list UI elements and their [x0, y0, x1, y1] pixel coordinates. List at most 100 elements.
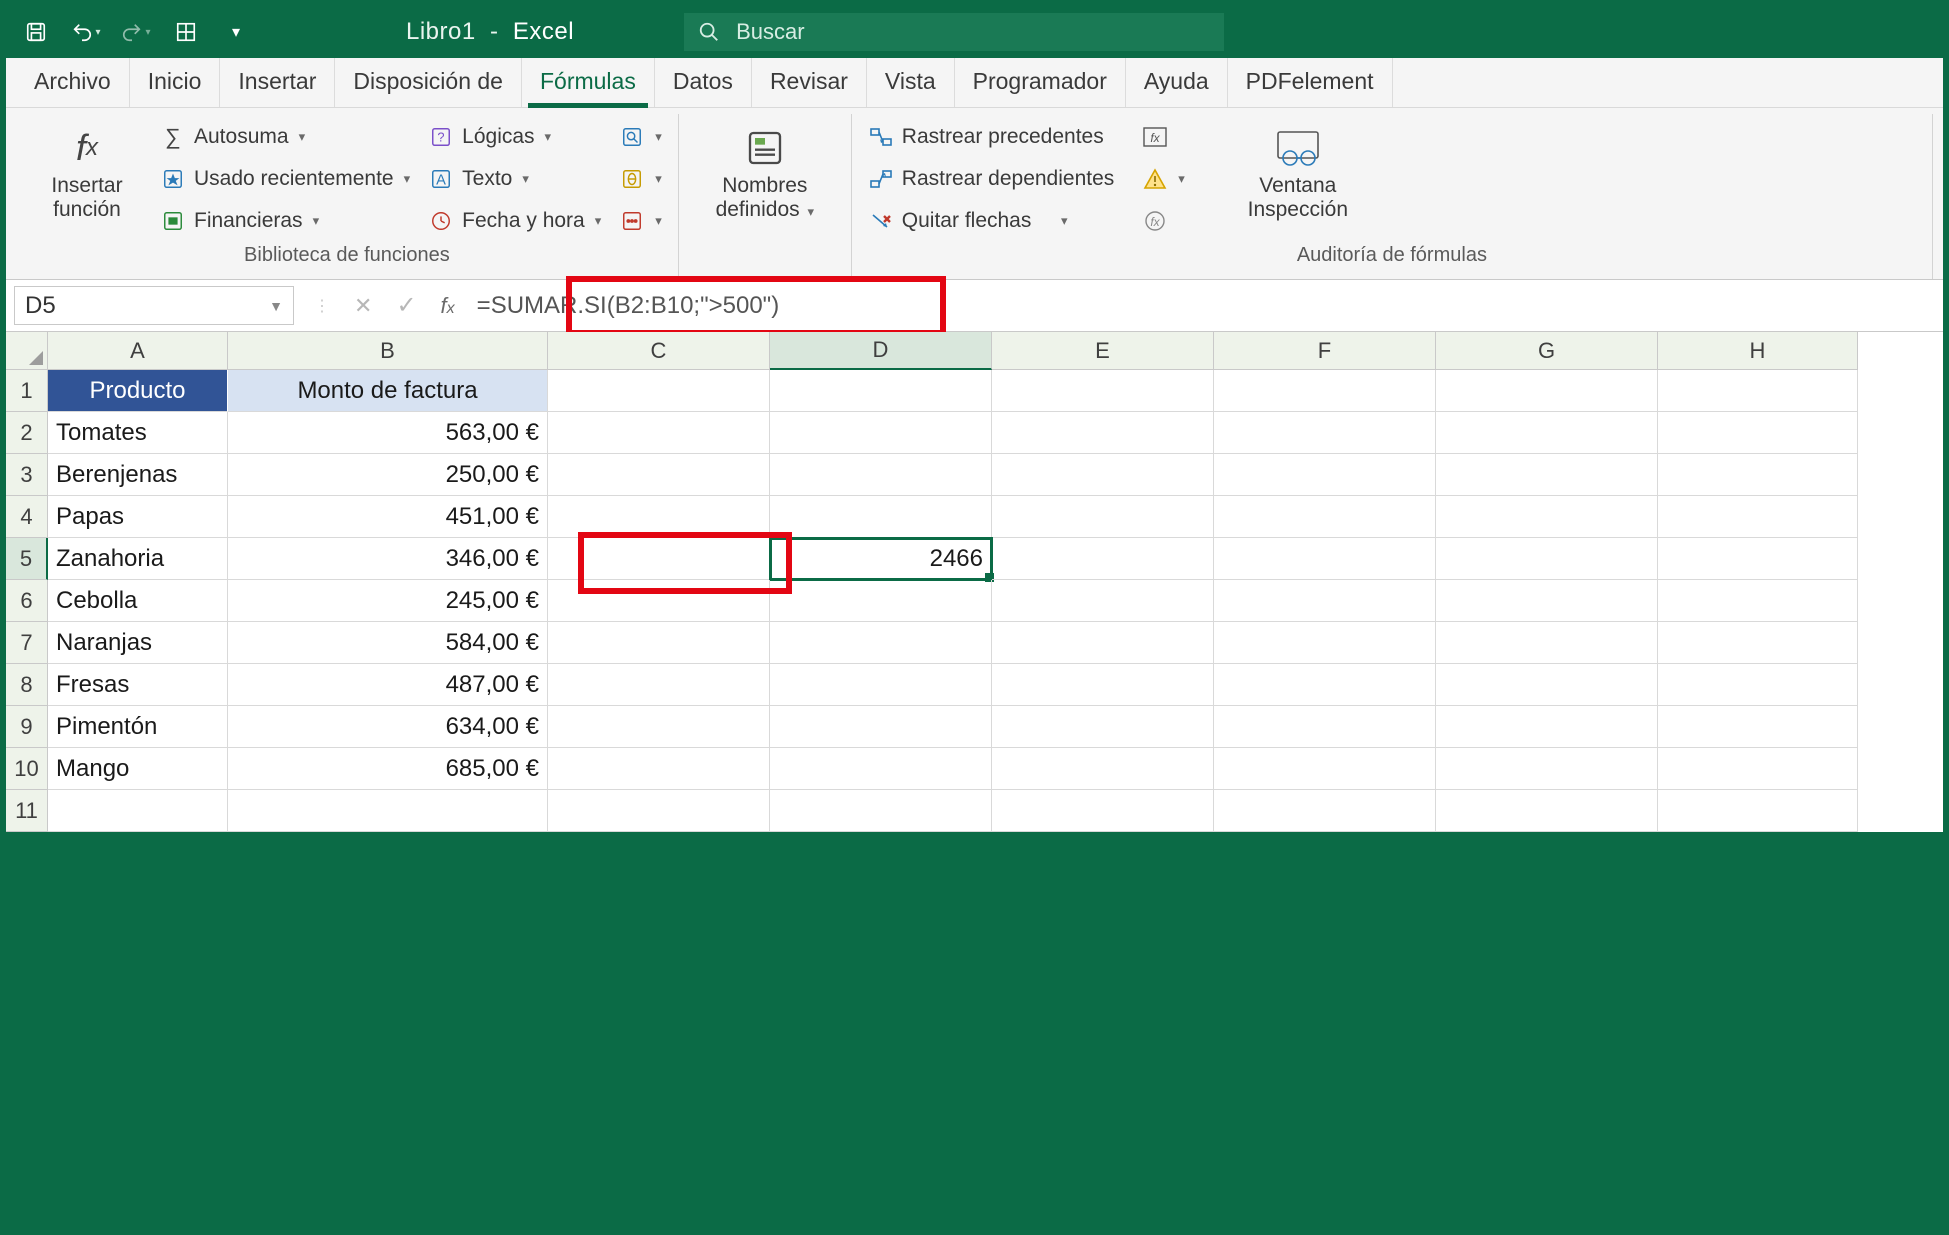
cell-D3[interactable] [770, 454, 992, 496]
cell-H5[interactable] [1658, 538, 1858, 580]
row-header-7[interactable]: 7 [6, 622, 48, 664]
cell-E11[interactable] [992, 790, 1214, 832]
cell-B9[interactable]: 634,00 € [228, 706, 548, 748]
customize-qat-button[interactable] [166, 14, 206, 50]
cell-D7[interactable] [770, 622, 992, 664]
cell-A11[interactable] [48, 790, 228, 832]
trace-dependents-button[interactable]: Rastrear dependientes [868, 162, 1114, 196]
fx-button[interactable]: fx [441, 293, 455, 319]
cell-F5[interactable] [1214, 538, 1436, 580]
cell-H10[interactable] [1658, 748, 1858, 790]
col-header-H[interactable]: H [1658, 332, 1858, 370]
cancel-formula-button[interactable]: ✕ [354, 293, 372, 319]
cell-E10[interactable] [992, 748, 1214, 790]
cell-B11[interactable] [228, 790, 548, 832]
cell-F6[interactable] [1214, 580, 1436, 622]
cell-B1[interactable]: Monto de factura [228, 370, 548, 412]
cell-H4[interactable] [1658, 496, 1858, 538]
show-formulas-button[interactable]: fx [1142, 120, 1185, 154]
search-box[interactable]: Buscar [684, 13, 1224, 51]
cell-G8[interactable] [1436, 664, 1658, 706]
cell-C1[interactable] [548, 370, 770, 412]
cell-B6[interactable]: 245,00 € [228, 580, 548, 622]
logical-button[interactable]: ? Lógicas▾ [428, 120, 601, 154]
cell-D2[interactable] [770, 412, 992, 454]
cell-B2[interactable]: 563,00 € [228, 412, 548, 454]
cell-B10[interactable]: 685,00 € [228, 748, 548, 790]
datetime-button[interactable]: Fecha y hora▾ [428, 204, 601, 238]
cell-F1[interactable] [1214, 370, 1436, 412]
col-header-B[interactable]: B [228, 332, 548, 370]
row-header-11[interactable]: 11 [6, 790, 48, 832]
error-checking-button[interactable]: ▾ [1142, 162, 1185, 196]
cell-G1[interactable] [1436, 370, 1658, 412]
cell-E2[interactable] [992, 412, 1214, 454]
cell-F2[interactable] [1214, 412, 1436, 454]
evaluate-formula-button[interactable]: fx [1142, 204, 1185, 238]
cell-C8[interactable] [548, 664, 770, 706]
row-header-10[interactable]: 10 [6, 748, 48, 790]
formula-input[interactable]: =SUMAR.SI(B2:B10;">500") [467, 280, 1943, 331]
cell-G7[interactable] [1436, 622, 1658, 664]
cell-E4[interactable] [992, 496, 1214, 538]
cell-C9[interactable] [548, 706, 770, 748]
cell-A6[interactable]: Cebolla [48, 580, 228, 622]
remove-arrows-button[interactable]: Quitar flechas ▾ [868, 204, 1114, 238]
watch-window-button[interactable]: Ventana Inspección [1223, 120, 1373, 222]
cell-G11[interactable] [1436, 790, 1658, 832]
cell-H9[interactable] [1658, 706, 1858, 748]
select-all-corner[interactable] [6, 332, 48, 370]
cell-G5[interactable] [1436, 538, 1658, 580]
cell-F9[interactable] [1214, 706, 1436, 748]
cell-F7[interactable] [1214, 622, 1436, 664]
row-header-6[interactable]: 6 [6, 580, 48, 622]
tab-ayuda[interactable]: Ayuda [1126, 58, 1228, 107]
cell-F8[interactable] [1214, 664, 1436, 706]
cell-C10[interactable] [548, 748, 770, 790]
autosum-button[interactable]: ∑ Autosuma▾ [160, 120, 410, 154]
financial-button[interactable]: Financieras▾ [160, 204, 410, 238]
cell-C7[interactable] [548, 622, 770, 664]
math-trig-button[interactable]: ▾ [619, 162, 662, 196]
col-header-E[interactable]: E [992, 332, 1214, 370]
undo-button[interactable]: ▾ [66, 14, 106, 50]
cell-A7[interactable]: Naranjas [48, 622, 228, 664]
cell-B4[interactable]: 451,00 € [228, 496, 548, 538]
cell-E9[interactable] [992, 706, 1214, 748]
cell-C5[interactable] [548, 538, 770, 580]
cell-D1[interactable] [770, 370, 992, 412]
save-button[interactable] [16, 14, 56, 50]
cell-G3[interactable] [1436, 454, 1658, 496]
cell-A4[interactable]: Papas [48, 496, 228, 538]
col-header-C[interactable]: C [548, 332, 770, 370]
cell-D4[interactable] [770, 496, 992, 538]
cell-F3[interactable] [1214, 454, 1436, 496]
cell-H8[interactable] [1658, 664, 1858, 706]
col-header-D[interactable]: D [770, 332, 992, 370]
insert-function-button[interactable]: fx Insertar función [32, 120, 142, 222]
cell-G2[interactable] [1436, 412, 1658, 454]
redo-button[interactable]: ▾ [116, 14, 156, 50]
row-header-4[interactable]: 4 [6, 496, 48, 538]
name-box[interactable]: D5 ▼ [14, 286, 294, 325]
more-functions-button[interactable]: ▾ [619, 204, 662, 238]
col-header-F[interactable]: F [1214, 332, 1436, 370]
cell-C3[interactable] [548, 454, 770, 496]
row-header-5[interactable]: 5 [6, 538, 48, 580]
cell-A3[interactable]: Berenjenas [48, 454, 228, 496]
qat-overflow-button[interactable]: ▾ [216, 14, 256, 50]
row-header-9[interactable]: 9 [6, 706, 48, 748]
cell-A5[interactable]: Zanahoria [48, 538, 228, 580]
defined-names-button[interactable]: Nombres definidos ▾ [695, 120, 835, 222]
cell-C11[interactable] [548, 790, 770, 832]
cell-G6[interactable] [1436, 580, 1658, 622]
tab-inicio[interactable]: Inicio [130, 58, 221, 107]
cell-E8[interactable] [992, 664, 1214, 706]
cell-H1[interactable] [1658, 370, 1858, 412]
cell-E1[interactable] [992, 370, 1214, 412]
cell-A10[interactable]: Mango [48, 748, 228, 790]
text-button[interactable]: A Texto▾ [428, 162, 601, 196]
cell-H2[interactable] [1658, 412, 1858, 454]
cell-G9[interactable] [1436, 706, 1658, 748]
cell-H7[interactable] [1658, 622, 1858, 664]
